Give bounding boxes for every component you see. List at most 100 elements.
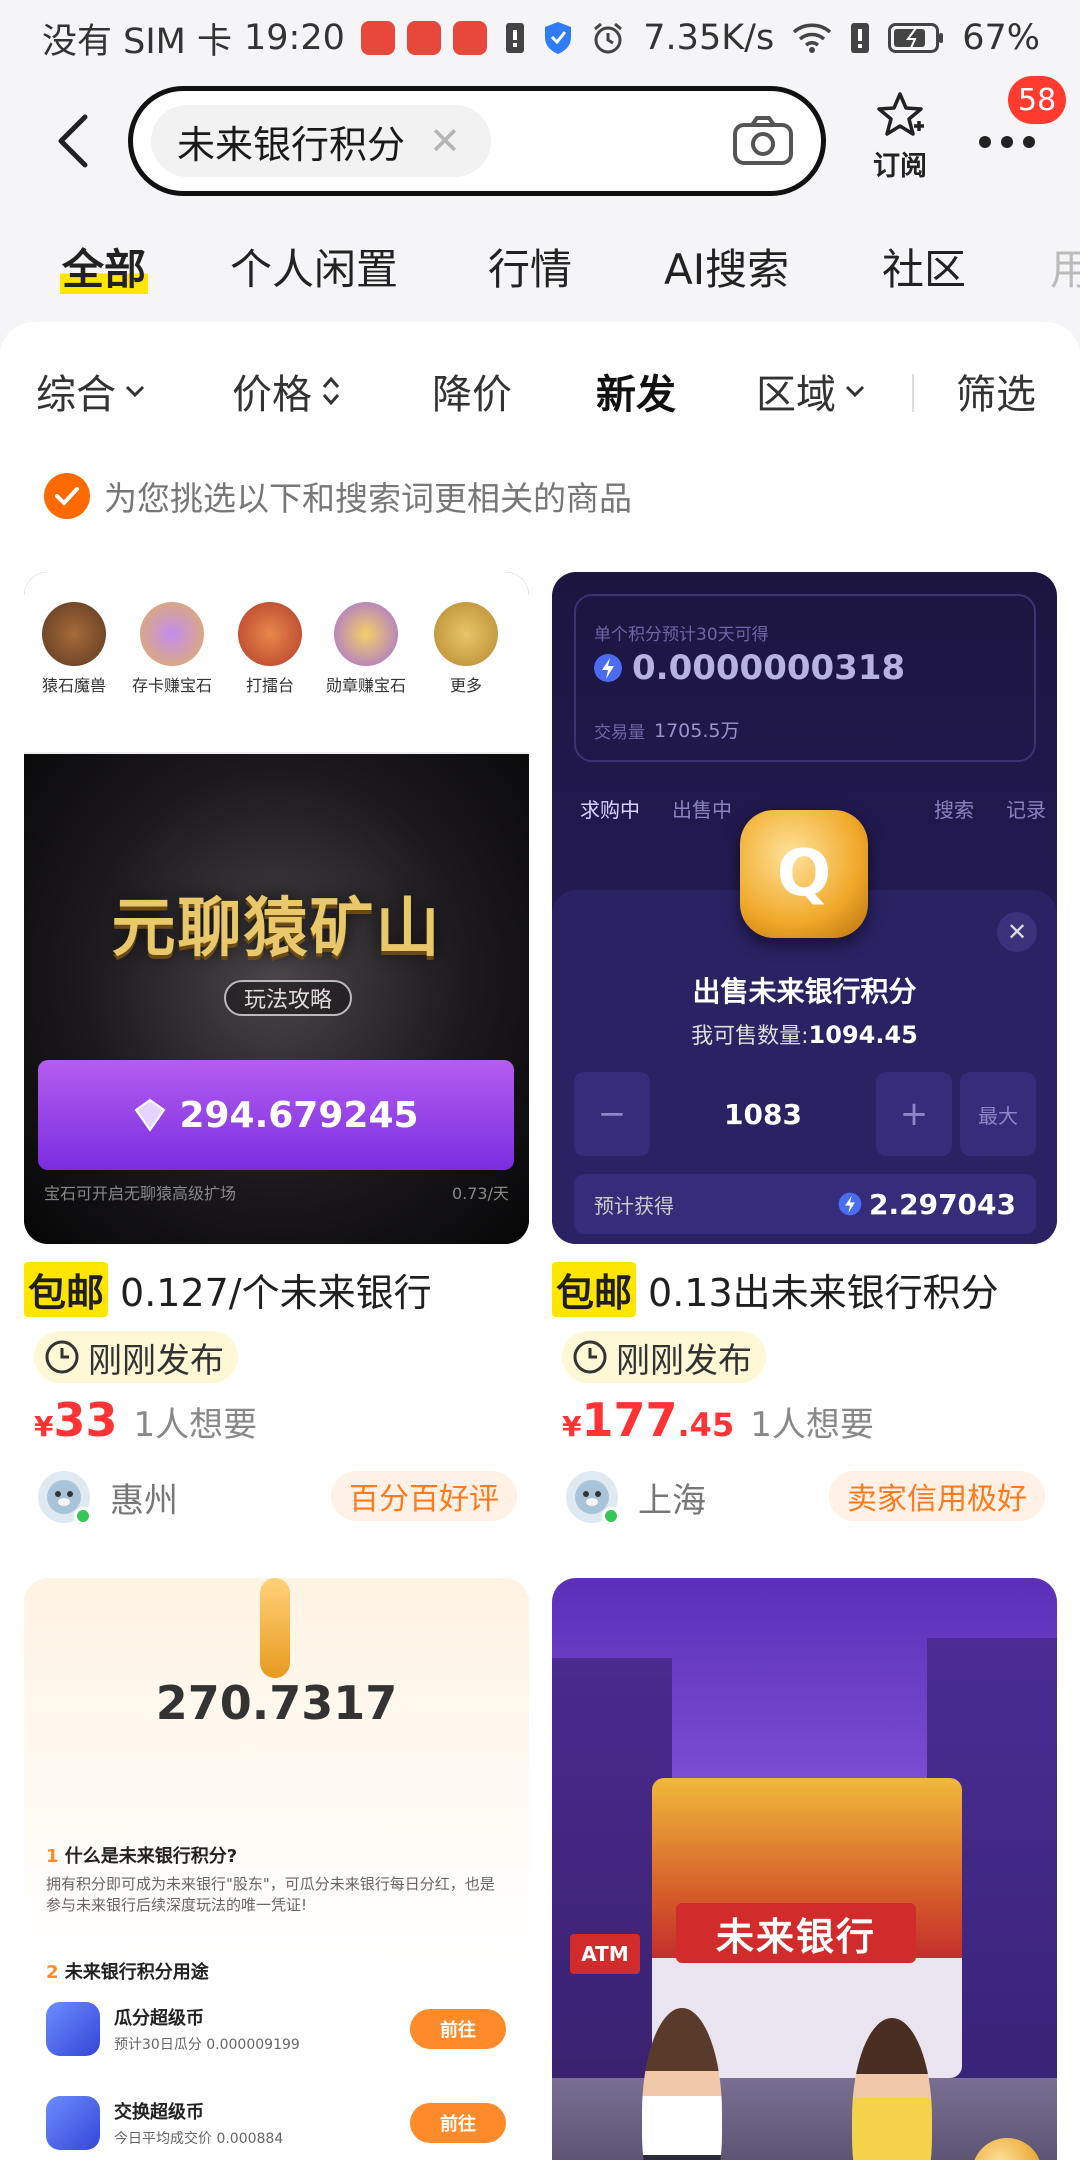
stepper-minus: − <box>574 1072 650 1156</box>
faq-answer: 拥有积分即可成为未来银行"股东"，可瓜分未来银行每日分红，也是参与未来银行后续深… <box>46 1875 495 1914</box>
currency-symbol: ¥ <box>562 1410 582 1443</box>
wants-count: 1人想要 <box>750 1405 874 1445</box>
sort-region-label: 区域 <box>756 372 836 418</box>
online-status-dot <box>602 1507 620 1525</box>
sim-alert-icon <box>505 22 525 54</box>
app-notification-icon <box>452 21 487 55</box>
game-icon-strip: 猿石魔兽 存卡赚宝石 打擂台 勋章赚宝石 更多 <box>24 572 529 754</box>
seller-row: 上海 卖家信用极好 <box>566 1467 1057 1527</box>
estimate-amount: 2.297043 <box>837 1188 1016 1221</box>
relevance-hint: 为您挑选以下和搜索词更相关的商品 <box>44 472 632 520</box>
camera-icon <box>733 116 793 165</box>
wants-count: 1人想要 <box>133 1405 258 1445</box>
estimate-row: 预计获得 2.297043 <box>574 1174 1036 1234</box>
game-icon-label: 勋章赚宝石 <box>326 676 407 695</box>
gem-value: 294.679245 <box>179 1094 419 1136</box>
quantity-stepper: − 1083 + 最大 <box>574 1072 1036 1156</box>
tab-ai-search[interactable]: AI搜索 <box>664 236 789 297</box>
product-card[interactable]: 270.7317 1 什么是未来银行积分? 拥有积分即可成为未来银行"股东"，可… <box>24 1578 529 2160</box>
chevron-down-icon <box>125 385 145 398</box>
tab-more[interactable]: 用 <box>1050 236 1080 297</box>
go-button: 前往 <box>410 2103 506 2143</box>
filter-button[interactable]: 筛选 <box>956 362 1036 420</box>
subscribe-button[interactable]: 订阅 <box>864 90 936 190</box>
product-card[interactable]: 未来银行 ATM <box>552 1578 1057 2160</box>
game-icon: 存卡赚宝石 <box>132 602 212 696</box>
avatar[interactable] <box>566 1471 620 1525</box>
star-add-icon <box>877 92 924 136</box>
go-button: 前往 <box>410 2009 506 2049</box>
gem-balance-bar: 294.679245 <box>38 1060 514 1170</box>
product-title-text: 0.13出未来银行积分 <box>648 1271 999 1315</box>
gem-icon <box>135 1098 166 1132</box>
tab-market[interactable]: 行情 <box>488 236 572 297</box>
product-image[interactable]: 270.7317 1 什么是未来银行积分? 拥有积分即可成为未来银行"股东"，可… <box>24 1578 529 2160</box>
game-icon-label: 更多 <box>449 676 482 695</box>
alert-icon <box>850 22 870 54</box>
faq-question: 1 什么是未来银行积分? <box>46 1846 238 1867</box>
clear-query-icon[interactable]: ✕ <box>429 122 461 160</box>
back-button[interactable] <box>48 106 98 176</box>
carrier-text: 没有 SIM 卡 <box>42 21 232 62</box>
seller-city: 上海 <box>638 1480 706 1521</box>
box-value: 0.0000000318 <box>592 648 905 688</box>
just-posted-badge: 刚刚发布 <box>562 1331 766 1383</box>
search-input[interactable]: 未来银行积分 ✕ <box>128 86 826 196</box>
box-label: 单个积分预计30天可得 <box>594 625 769 645</box>
clock-icon <box>45 1340 79 1374</box>
camera-search-button[interactable] <box>729 109 797 173</box>
shield-icon <box>543 21 573 55</box>
product-card[interactable]: 猿石魔兽 存卡赚宝石 打擂台 勋章赚宝石 更多 元聊猿矿山 玩法攻略 294.6… <box>24 572 529 1527</box>
price-integer: 33 <box>53 1393 118 1447</box>
points-summary-box: 单个积分预计30天可得 0.0000000318 交易量 1705.5万 <box>574 594 1036 762</box>
chevron-down-icon <box>845 385 865 398</box>
tab-buy: 求购中 <box>580 798 640 822</box>
clock-text: 19:20 <box>244 18 345 58</box>
game-icon-label: 猿石魔兽 <box>41 676 106 695</box>
tab-community[interactable]: 社区 <box>882 236 966 297</box>
product-card[interactable]: 单个积分预计30天可得 0.0000000318 交易量 1705.5万 求购中… <box>552 572 1057 1527</box>
just-posted-text: 刚刚发布 <box>88 1340 224 1381</box>
product-image[interactable]: 单个积分预计30天可得 0.0000000318 交易量 1705.5万 求购中… <box>552 572 1057 1244</box>
online-status-dot <box>74 1507 92 1525</box>
faq-question: 2 未来银行积分用途 <box>46 1962 209 1983</box>
close-icon: ✕ <box>997 912 1037 952</box>
tab-personal-idle[interactable]: 个人闲置 <box>230 236 398 297</box>
product-image[interactable]: 猿石魔兽 存卡赚宝石 打擂台 勋章赚宝石 更多 元聊猿矿山 玩法攻略 294.6… <box>24 572 529 1244</box>
status-bar: 没有 SIM 卡 19:20 7.35K/s 67% <box>0 0 1080 76</box>
stepper-max: 最大 <box>960 1072 1036 1156</box>
sort-region[interactable]: 区域 <box>756 362 866 420</box>
game-title: 元聊猿矿山 <box>111 892 442 966</box>
notification-badge: 58 <box>1008 76 1067 124</box>
sort-overall[interactable]: 综合 <box>36 362 146 420</box>
sort-price-drop[interactable]: 降价 <box>432 362 512 420</box>
image-footer: 宝石可开启无聊猿高级扩场 0.73/天 <box>44 1180 509 1204</box>
tab-all-label: 全部 <box>60 245 149 294</box>
search-query-chip[interactable]: 未来银行积分 ✕ <box>151 105 491 177</box>
game-icon: 更多 <box>430 602 502 696</box>
box-value-text: 0.0000000318 <box>632 648 906 688</box>
search-header: 未来银行积分 ✕ 订阅 58 <box>0 76 1080 206</box>
footer-right-text: 0.73/天 <box>451 1184 509 1203</box>
game-icon-label: 打擂台 <box>245 676 294 695</box>
seller-city: 惠州 <box>110 1480 178 1521</box>
back-arrow-icon <box>58 114 88 168</box>
free-shipping-tag: 包邮 <box>24 1262 109 1317</box>
volume-label: 交易量 <box>594 723 645 743</box>
sort-price[interactable]: 价格 <box>232 362 342 420</box>
price-decimal: .45 <box>677 1406 735 1444</box>
tab-record: 记录 <box>1006 798 1046 822</box>
product-image[interactable]: 未来银行 ATM <box>552 1578 1057 2160</box>
game-icon: 打擂台 <box>234 602 306 696</box>
tab-all[interactable]: 全部 <box>60 236 149 297</box>
game-icon: 猿石魔兽 <box>38 602 110 696</box>
footer-left-text: 宝石可开启无聊猿高级扩场 <box>44 1184 237 1203</box>
product-title[interactable]: 包邮 0.127/个未来银行 <box>24 1262 529 1317</box>
currency-symbol: ¥ <box>34 1410 54 1443</box>
stepper-plus: + <box>876 1072 952 1156</box>
avatar[interactable] <box>38 1471 92 1525</box>
sort-newest[interactable]: 新发 <box>596 362 676 420</box>
price-integer: 177 <box>581 1393 678 1447</box>
price: ¥177.45 <box>562 1393 734 1447</box>
product-title[interactable]: 包邮 0.13出未来银行积分 <box>552 1262 1057 1317</box>
